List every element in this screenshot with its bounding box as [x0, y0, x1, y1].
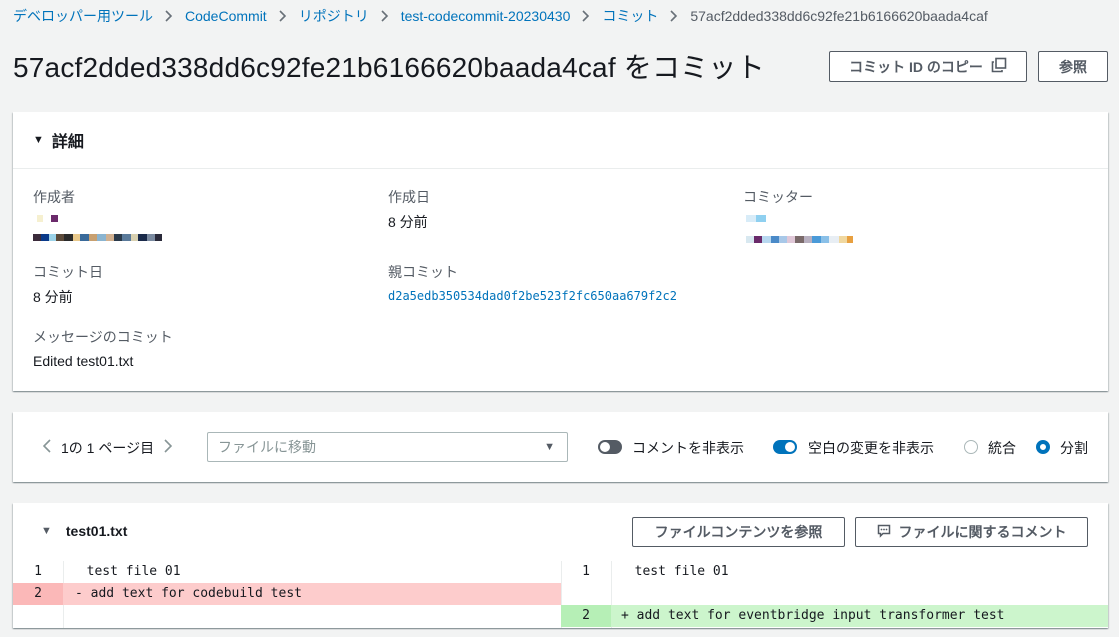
chevron-right-icon — [582, 10, 590, 22]
breadcrumb-codecommit[interactable]: CodeCommit — [185, 8, 267, 24]
committer-email-redacted — [746, 236, 853, 243]
commit-message-label: メッセージのコミット — [33, 329, 173, 345]
left-line-text: test file 01 — [71, 564, 181, 579]
copy-commit-id-button[interactable]: コミット ID のコピー — [829, 51, 1027, 82]
page-title: 57acf2dded338dd6c92fe21b6166620baada4caf… — [13, 52, 765, 83]
hide-whitespace-label: 空白の変更を非表示 — [808, 440, 934, 456]
chevron-right-icon — [670, 10, 678, 22]
caret-down-icon: ▼ — [41, 525, 52, 537]
hide-comments-toggle[interactable] — [598, 440, 622, 454]
hide-comments-label: コメントを非表示 — [632, 440, 744, 456]
file-name: test01.txt — [65, 523, 128, 539]
left-line-number: 1 — [34, 564, 42, 579]
split-view-label: 分割 — [1060, 440, 1088, 456]
page-indicator: 1の 1 ページ目 — [61, 440, 155, 456]
comment-icon — [877, 524, 891, 541]
pagination: 1の 1 ページ目 — [42, 438, 173, 458]
toggle-knob — [785, 442, 795, 452]
commit-date-value: 8 分前 — [33, 289, 73, 305]
created-value: 8 分前 — [388, 214, 428, 230]
committer-label: コミッター — [743, 189, 813, 205]
caret-down-icon: ▼ — [33, 134, 44, 146]
breadcrumb-current: 57acf2dded338dd6c92fe21b6166620baada4caf — [690, 8, 988, 24]
unified-view-label: 統合 — [988, 440, 1016, 456]
commit-message-value: Edited test01.txt — [33, 353, 134, 369]
chevron-right-icon — [165, 10, 173, 22]
breadcrumb-repository[interactable]: test-codecommit-20230430 — [401, 8, 571, 24]
split-view-radio[interactable] — [1036, 440, 1050, 454]
unified-view-radio[interactable] — [964, 440, 978, 454]
author-email-redacted — [33, 234, 162, 241]
breadcrumb-developer-tools[interactable]: デベロッパー用ツール — [13, 6, 153, 26]
parent-commit-link[interactable]: d2a5edb350534dad0f2be523f2fc650aa679f2c2 — [388, 289, 677, 303]
file-diff-panel: ▼ test01.txt ファイルコンテンツを参照 ファイルに関するコメント 1… — [13, 503, 1108, 628]
copy-icon — [991, 57, 1007, 76]
details-header[interactable]: ▼ 詳細 — [13, 112, 1108, 169]
parent-commit-label: 親コミット — [388, 264, 458, 280]
browse-label: 参照 — [1059, 58, 1087, 75]
details-panel: ▼ 詳細 作成者 作成日 8 分前 コミッター コミット日 8 分前 親コミット… — [13, 112, 1108, 391]
view-file-contents-label: ファイルコンテンツを参照 — [654, 524, 823, 540]
hide-whitespace-toggle[interactable] — [773, 440, 797, 454]
commit-date-label: コミット日 — [33, 264, 103, 280]
diff-row-added: 2 + add text for eventbridge input trans… — [13, 605, 1108, 627]
right-line-text-added: + add text for eventbridge input transfo… — [611, 605, 1108, 627]
toggle-knob — [600, 442, 610, 452]
diff-row: 1 test file 01 1 test file 01 — [13, 561, 1108, 583]
author-label: 作成者 — [33, 189, 75, 205]
committer-name-redacted — [746, 215, 766, 222]
view-file-contents-button[interactable]: ファイルコンテンツを参照 — [632, 517, 845, 547]
breadcrumb-commits[interactable]: コミット — [602, 6, 658, 26]
comment-on-file-button[interactable]: ファイルに関するコメント — [855, 517, 1088, 547]
diff-toolbar: 1の 1 ページ目 ファイルに移動 ▼ コメントを非表示 空白の変更を非表示 統… — [13, 412, 1108, 482]
diff-row-deleted: 2 - add text for codebuild test — [13, 583, 1108, 605]
jump-to-file-placeholder: ファイルに移動 — [218, 439, 316, 455]
chevron-right-icon — [381, 10, 389, 22]
breadcrumb-repositories[interactable]: リポジトリ — [299, 6, 369, 26]
comment-on-file-label: ファイルに関するコメント — [898, 524, 1067, 540]
copy-commit-id-label: コミット ID のコピー — [849, 58, 983, 75]
browse-button[interactable]: 参照 — [1038, 51, 1108, 82]
next-page-icon[interactable] — [164, 438, 173, 458]
left-line-text-deleted: - add text for codebuild test — [63, 583, 561, 605]
right-line-number: 1 — [582, 564, 590, 579]
chevron-right-icon — [279, 10, 287, 22]
previous-page-icon[interactable] — [42, 438, 51, 458]
left-line-number: 2 — [13, 583, 63, 605]
created-label: 作成日 — [388, 189, 430, 205]
jump-to-file-select[interactable]: ファイルに移動 ▼ — [207, 432, 568, 462]
right-line-text: test file 01 — [619, 564, 729, 579]
file-diff-header: ▼ test01.txt ファイルコンテンツを参照 ファイルに関するコメント — [13, 503, 1108, 560]
file-toggle[interactable]: ▼ test01.txt — [41, 523, 127, 539]
caret-down-icon: ▼ — [544, 441, 555, 453]
author-name-redacted — [37, 215, 58, 222]
right-line-number: 2 — [561, 605, 611, 627]
details-title: 詳細 — [51, 134, 84, 151]
breadcrumb: デベロッパー用ツール CodeCommit リポジトリ test-codecom… — [13, 6, 988, 26]
